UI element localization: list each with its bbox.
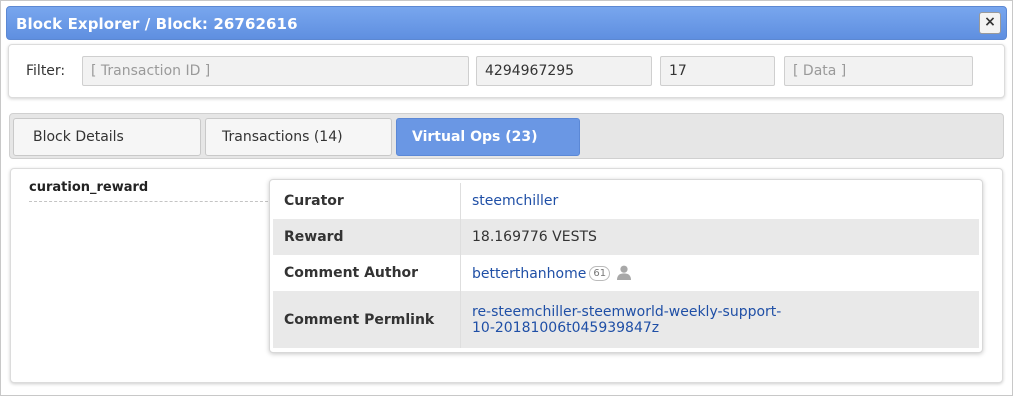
title-bar[interactable]: Block Explorer / Block: 26762616 × — [6, 6, 1007, 40]
window-title: Block Explorer / Block: 26762616 — [16, 15, 298, 33]
data-input[interactable] — [784, 56, 973, 86]
transaction-id-input[interactable] — [82, 56, 469, 86]
permlink-line-1: re-steemchiller-steemworld-weekly-suppor… — [472, 303, 782, 320]
operation-details-table: Curator steemchiller Reward 18.169776 VE… — [273, 183, 979, 348]
curator-label: Curator — [273, 183, 461, 219]
operation-name[interactable]: curation_reward — [29, 180, 273, 202]
close-button[interactable]: × — [979, 12, 1001, 34]
operation-name-label: curation_reward — [29, 180, 149, 195]
tab-label: Transactions (14) — [222, 129, 343, 145]
tab-transactions[interactable]: Transactions (14) — [205, 118, 392, 156]
operation-details-card: Curator steemchiller Reward 18.169776 VE… — [269, 179, 983, 353]
tab-block-details[interactable]: Block Details — [13, 118, 201, 156]
filter-label: Filter: — [26, 63, 66, 79]
tab-bar: Block Details Transactions (14) Virtual … — [9, 113, 1004, 159]
block-explorer-dialog: Block Explorer / Block: 26762616 × Filte… — [0, 0, 1013, 396]
comment-permlink-label: Comment Permlink — [273, 291, 461, 348]
table-row: Reward 18.169776 VESTS — [273, 219, 979, 255]
table-row: Comment Author betterthanhome 61 — [273, 255, 979, 291]
comment-permlink-link[interactable]: re-steemchiller-steemworld-weekly-suppor… — [472, 304, 968, 336]
permlink-line-2: 10-20181006t045939847z — [472, 319, 660, 336]
virtual-ops-panel: curation_reward Curator steemchiller Rew… — [10, 168, 1003, 383]
filter-panel: Filter: — [8, 44, 1005, 98]
filter-field-2-input[interactable] — [476, 56, 652, 86]
reward-label: Reward — [273, 219, 461, 255]
close-icon: × — [984, 14, 996, 30]
tab-label: Virtual Ops (23) — [412, 129, 538, 145]
comment-author-link[interactable]: betterthanhome — [472, 266, 586, 282]
tab-label: Block Details — [33, 129, 124, 145]
table-row: Comment Permlink re-steemchiller-steemwo… — [273, 291, 979, 348]
comment-author-label: Comment Author — [273, 255, 461, 291]
reputation-badge: 61 — [589, 265, 611, 281]
tab-virtual-ops[interactable]: Virtual Ops (23) — [396, 118, 580, 156]
user-icon[interactable] — [616, 265, 632, 280]
reward-value: 18.169776 VESTS — [460, 219, 979, 255]
filter-field-3-input[interactable] — [660, 56, 775, 86]
table-row: Curator steemchiller — [273, 183, 979, 219]
curator-link[interactable]: steemchiller — [472, 193, 558, 209]
